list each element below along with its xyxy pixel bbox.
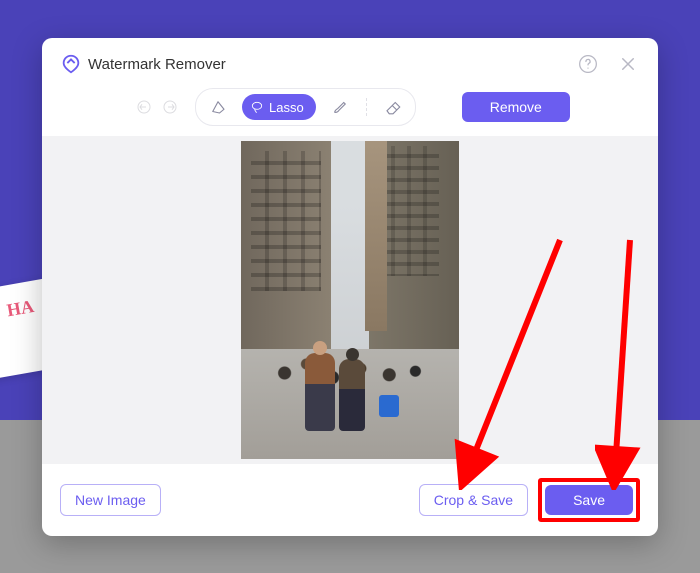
save-button[interactable]: Save — [545, 485, 633, 515]
app-title: Watermark Remover — [88, 56, 570, 73]
modal-header: Watermark Remover — [42, 38, 658, 84]
app-logo-icon — [60, 53, 82, 75]
toolbar-divider — [366, 98, 367, 116]
image-canvas[interactable] — [42, 136, 658, 464]
toolbar: Lasso Remove — [42, 84, 658, 136]
loaded-image — [241, 141, 459, 459]
redo-button[interactable] — [161, 98, 179, 116]
history-controls — [135, 98, 179, 116]
close-button[interactable] — [616, 52, 640, 76]
watermark-remover-modal: Watermark Remover Lasso — [42, 38, 658, 536]
help-button[interactable] — [576, 52, 600, 76]
lasso-tool[interactable]: Lasso — [242, 94, 316, 120]
modal-footer: New Image Crop & Save Save — [42, 464, 658, 536]
remove-button[interactable]: Remove — [462, 92, 570, 122]
tool-group: Lasso — [195, 88, 416, 126]
save-highlight-box: Save — [538, 478, 640, 522]
eraser-tool[interactable] — [379, 93, 407, 121]
lasso-label: Lasso — [269, 100, 304, 115]
lasso-icon — [250, 100, 264, 114]
undo-button[interactable] — [135, 98, 153, 116]
new-image-button[interactable]: New Image — [60, 484, 161, 516]
brush-tool[interactable] — [326, 93, 354, 121]
polygon-tool[interactable] — [204, 93, 232, 121]
crop-save-button[interactable]: Crop & Save — [419, 484, 528, 516]
